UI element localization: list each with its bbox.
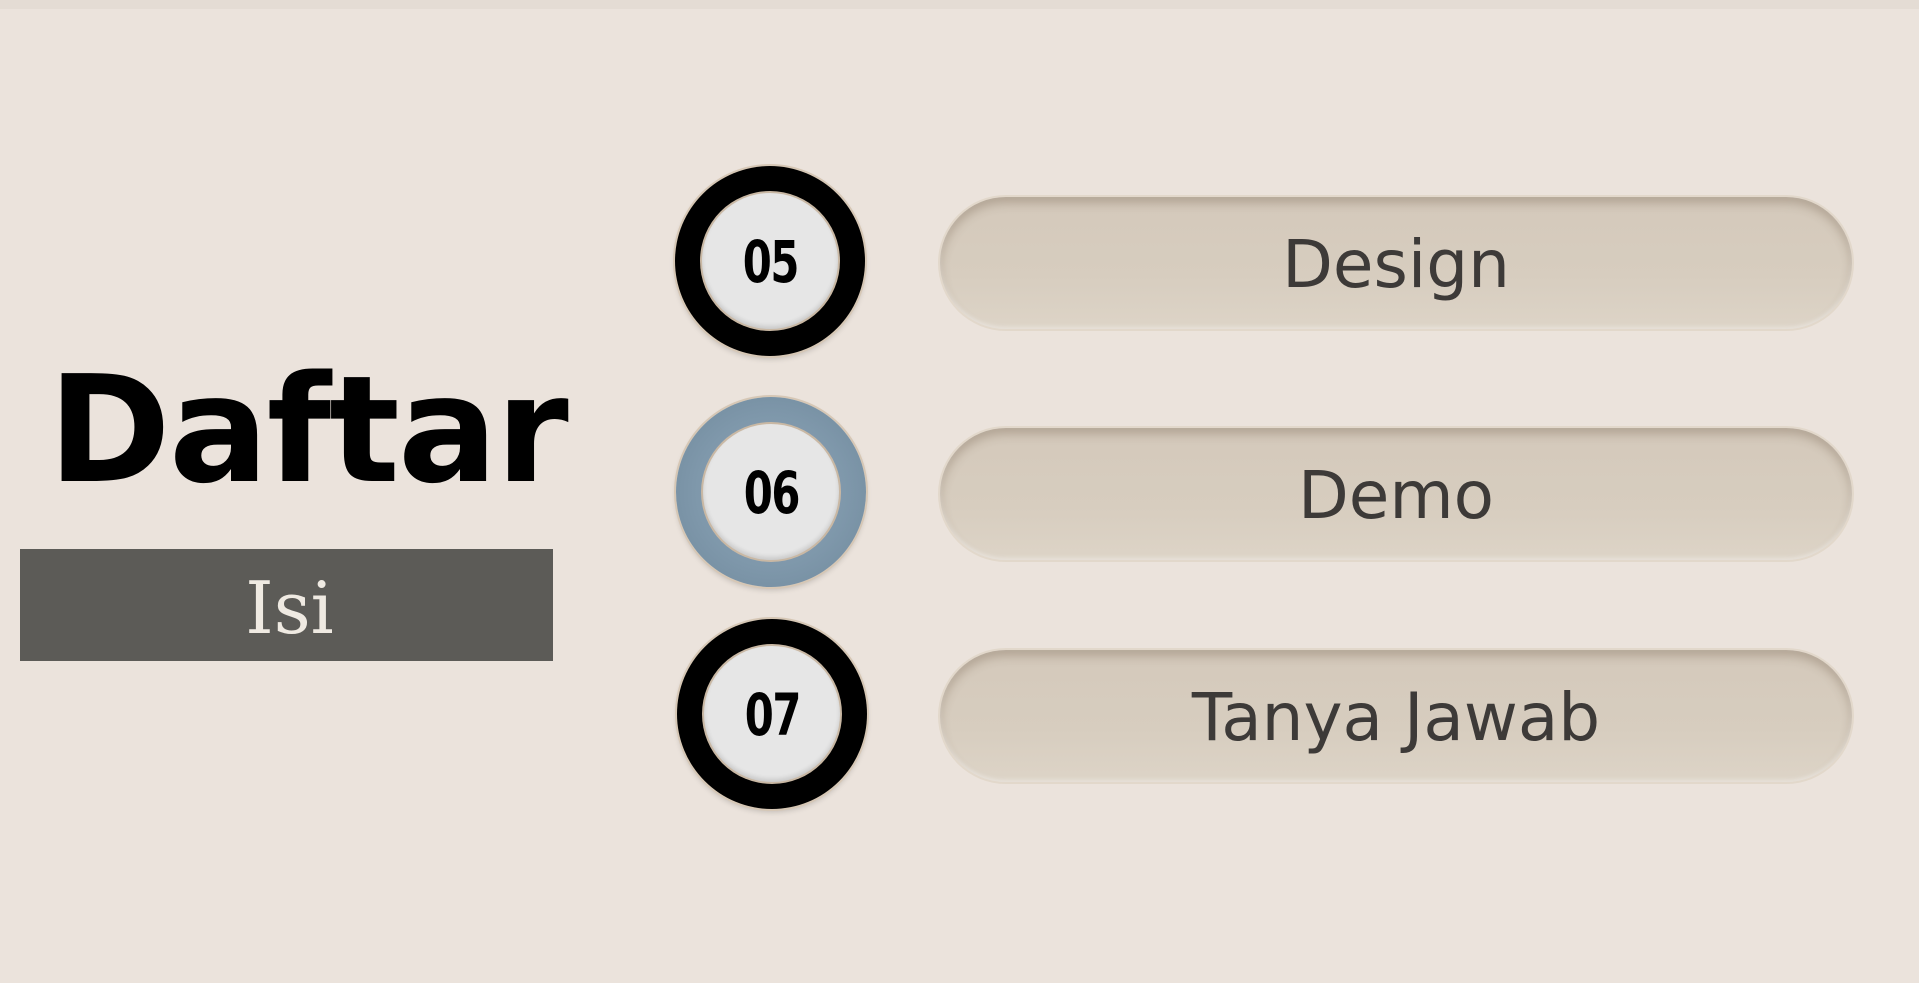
item-label-button[interactable]: Tanya Jawab xyxy=(940,650,1852,782)
item-label: Demo xyxy=(1297,457,1495,534)
top-strip xyxy=(0,0,1919,9)
number-badge-active: 06 xyxy=(676,397,866,587)
item-label-button[interactable]: Design xyxy=(940,197,1852,329)
number-badge-inner: 06 xyxy=(703,424,839,560)
number-badge: 05 xyxy=(675,166,865,356)
number-badge-inner: 07 xyxy=(704,646,840,782)
item-number: 07 xyxy=(744,681,801,749)
number-badge: 07 xyxy=(677,619,867,809)
item-number: 06 xyxy=(743,459,800,527)
agenda-item-07[interactable]: 07 Tanya Jawab xyxy=(0,619,1919,819)
agenda-item-05[interactable]: 05 Design xyxy=(0,166,1919,366)
number-badge-inner: 05 xyxy=(702,193,838,329)
item-label-button[interactable]: Demo xyxy=(940,428,1852,560)
item-label: Design xyxy=(1282,226,1510,303)
item-label: Tanya Jawab xyxy=(1191,679,1601,756)
item-number: 05 xyxy=(742,228,799,296)
agenda-item-06[interactable]: 06 Demo xyxy=(0,397,1919,597)
